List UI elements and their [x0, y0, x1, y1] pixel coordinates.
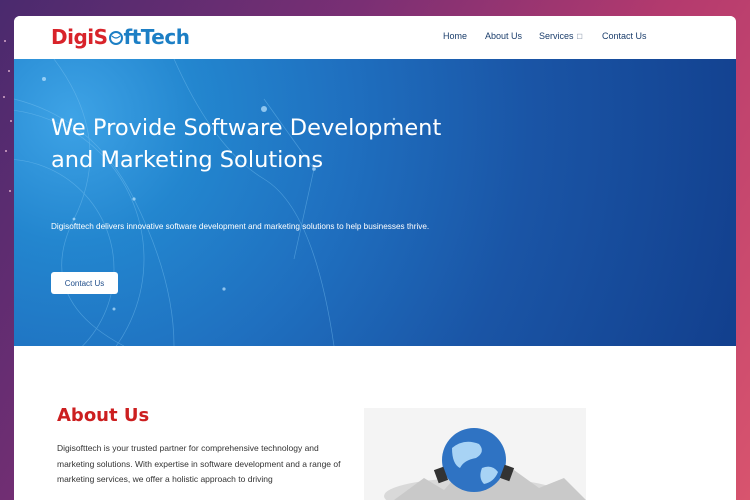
about-text: Digisofttech is your trusted partner for…	[57, 443, 341, 484]
website-page: Digi SftTech Home About Us Services ☐ Cont…	[14, 16, 736, 500]
network-background-graphic	[14, 59, 396, 346]
hero-contact-button[interactable]: Contact Us	[51, 272, 118, 294]
hero-title: We Provide Software Development and Mark…	[51, 115, 442, 173]
logo-text-fttech: ftTech	[123, 25, 190, 49]
background-decoration	[0, 0, 14, 500]
nav-about-us[interactable]: About Us	[485, 31, 522, 41]
nav-services[interactable]: Services ☐	[539, 31, 583, 41]
chevron-down-icon: ☐	[576, 34, 583, 41]
nav-home[interactable]: Home	[443, 31, 467, 41]
logo-text-digi: Digi	[51, 25, 94, 49]
globe-network-icon	[384, 428, 586, 500]
hero-banner: We Provide Software Development and Mark…	[14, 59, 736, 346]
nav-services-label: Services	[539, 31, 574, 41]
logo-text-s: S	[93, 25, 108, 49]
site-header: Digi SftTech Home About Us Services ☐ Cont…	[14, 16, 736, 59]
about-image	[364, 408, 586, 500]
hero-subtitle: Digisofttech delivers innovative softwar…	[51, 222, 430, 231]
nav-contact-us[interactable]: Contact Us	[602, 31, 647, 41]
brand-logo[interactable]: Digi SftTech	[51, 24, 190, 50]
globe-icon	[108, 31, 123, 45]
about-title: About Us	[57, 405, 150, 426]
